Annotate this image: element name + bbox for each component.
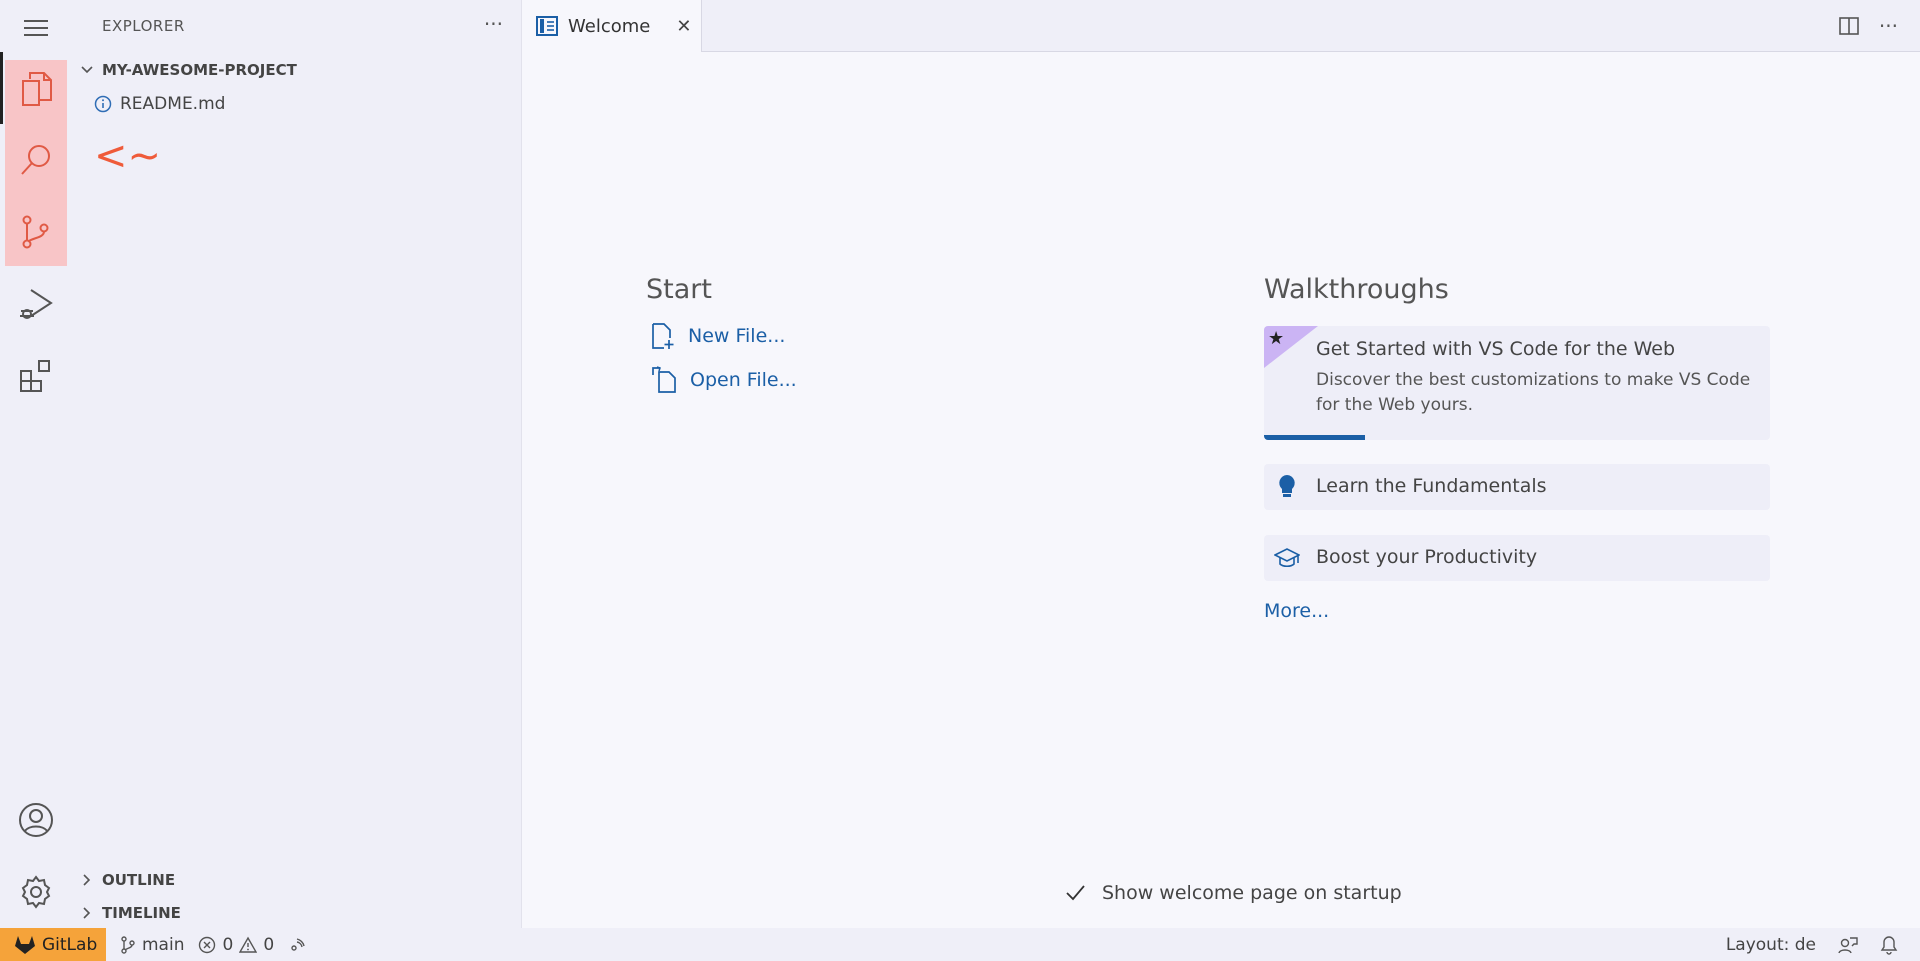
feedback-icon[interactable]: [1838, 935, 1858, 955]
layout-indicator[interactable]: Layout: de: [1726, 935, 1816, 955]
close-icon[interactable]: ✕: [676, 16, 691, 37]
tab-welcome[interactable]: Welcome ✕: [522, 0, 702, 52]
more-actions-icon[interactable]: ···: [484, 12, 503, 36]
walkthrough-card-productivity[interactable]: Boost your Productivity: [1264, 535, 1770, 581]
project-folder[interactable]: MY-AWESOME-PROJECT: [80, 58, 297, 82]
problems-indicator[interactable]: 0 0: [198, 935, 274, 955]
card-title: Boost your Productivity: [1316, 546, 1538, 568]
checkmark-icon: [1066, 885, 1085, 901]
gitlab-icon: [15, 935, 35, 954]
walkthrough-card-get-started[interactable]: ★ Get Started with VS Code for the Web D…: [1264, 326, 1770, 440]
warning-icon: [239, 936, 258, 953]
run-debug-icon[interactable]: [0, 268, 72, 340]
status-bar: GitLab main 0 0 Layout: de: [0, 928, 1920, 961]
file-name: README.md: [120, 94, 226, 114]
info-icon: [94, 95, 112, 113]
bell-icon[interactable]: [1880, 935, 1898, 955]
more-actions-icon[interactable]: ···: [1879, 14, 1898, 38]
branch-name: main: [142, 934, 185, 955]
error-count: 0: [222, 934, 234, 955]
search-icon[interactable]: [0, 124, 72, 196]
warning-count: 0: [263, 934, 275, 955]
broadcast-icon: [291, 937, 305, 951]
gitlab-button[interactable]: GitLab: [0, 928, 106, 961]
card-description: Discover the best customizations to make…: [1316, 370, 1751, 415]
open-file-icon: [652, 366, 676, 393]
error-icon: [199, 936, 216, 953]
split-editor-icon[interactable]: [1839, 16, 1859, 36]
chevron-down-icon: [81, 66, 93, 74]
timeline-label: TIMELINE: [102, 904, 181, 922]
mortarboard-icon: [1274, 545, 1300, 571]
walkthrough-progress: [1264, 435, 1770, 440]
start-heading: Start: [646, 274, 712, 305]
explorer-sidebar: EXPLORER ··· MY-AWESOME-PROJECT README.m…: [72, 0, 522, 928]
annotation-arrow: <~: [94, 133, 162, 179]
lightbulb-icon: [1274, 474, 1300, 500]
tab-label: Welcome: [568, 15, 651, 37]
welcome-icon: [536, 16, 558, 36]
open-file-link[interactable]: Open File...: [650, 366, 797, 394]
source-control-icon[interactable]: [0, 196, 72, 268]
star-icon: ★: [1268, 328, 1285, 349]
show-on-startup-checkbox[interactable]: Show welcome page on startup: [1064, 882, 1402, 904]
new-file-icon: [652, 323, 674, 349]
timeline-section[interactable]: TIMELINE: [80, 901, 181, 925]
new-file-label: New File...: [688, 325, 786, 347]
ports-indicator[interactable]: [288, 936, 306, 954]
chevron-right-icon: [83, 874, 91, 886]
activity-bar: [0, 0, 72, 928]
file-item-readme[interactable]: README.md: [94, 92, 225, 116]
chevron-right-icon: [83, 907, 91, 919]
gear-icon[interactable]: [0, 856, 72, 928]
startup-label: Show welcome page on startup: [1102, 882, 1402, 904]
open-file-label: Open File...: [690, 369, 797, 391]
outline-section[interactable]: OUTLINE: [80, 868, 175, 892]
project-name: MY-AWESOME-PROJECT: [102, 61, 297, 79]
card-title: Learn the Fundamentals: [1316, 475, 1547, 497]
extensions-icon[interactable]: [0, 340, 72, 412]
account-icon[interactable]: [0, 784, 72, 856]
status-bar-right: Layout: de: [1726, 928, 1898, 961]
gitlab-label: GitLab: [42, 934, 98, 955]
branch-icon: [121, 935, 135, 954]
menu-icon[interactable]: [18, 14, 54, 42]
new-file-link[interactable]: New File...: [650, 322, 785, 350]
progress-fill: [1264, 435, 1366, 440]
walkthroughs-heading: Walkthroughs: [1264, 274, 1449, 305]
branch-indicator[interactable]: main: [120, 935, 184, 955]
welcome-page: Start New File... Open File... Walkthrou…: [522, 52, 1920, 928]
card-title: Get Started with VS Code for the Web: [1316, 338, 1676, 360]
editor-actions: ···: [1839, 14, 1898, 38]
editor-tabbar: Welcome ✕ ···: [522, 0, 1920, 52]
walkthrough-card-fundamentals[interactable]: Learn the Fundamentals: [1264, 464, 1770, 510]
explorer-icon[interactable]: [0, 52, 72, 124]
outline-label: OUTLINE: [102, 871, 176, 889]
sidebar-title: EXPLORER: [102, 17, 185, 35]
more-walkthroughs-link[interactable]: More...: [1264, 600, 1329, 622]
